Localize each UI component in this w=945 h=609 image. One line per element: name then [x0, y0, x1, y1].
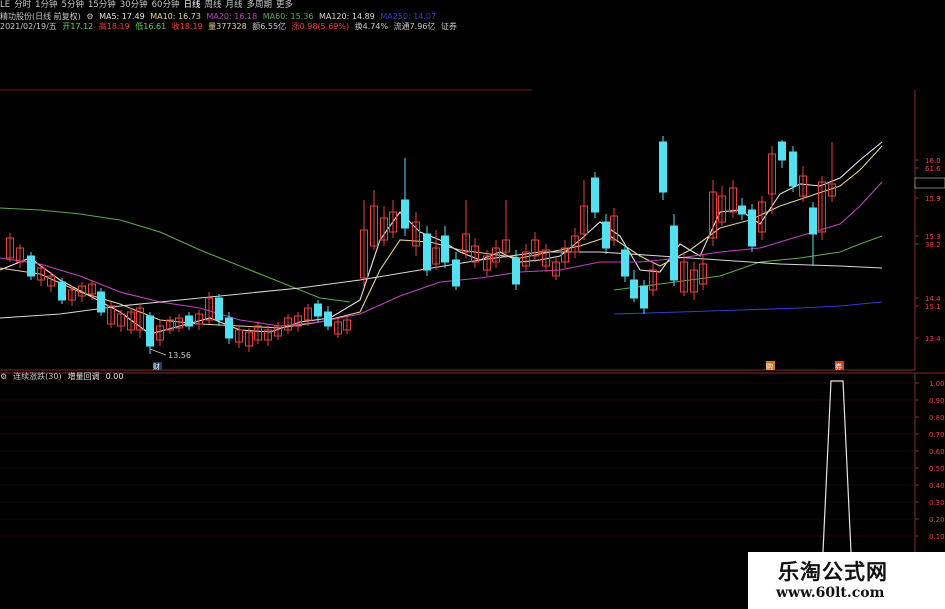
price-tick-label: 15.1 — [925, 303, 941, 311]
candle-body — [602, 221, 610, 249]
price-tick-label: 61.6 — [925, 165, 941, 173]
period-tab-8[interactable]: 周线 — [204, 0, 221, 10]
indicator-tick-label: 0.20 — [929, 516, 945, 524]
indicator-tick-label: 0.30 — [929, 499, 945, 507]
ma5-value: MA5: 17.49 — [99, 12, 145, 21]
candle-body — [185, 315, 193, 327]
indicator-name[interactable]: 连续涨跌(30) — [13, 372, 61, 381]
indicator-tick-label: 0.40 — [929, 482, 945, 490]
candle-body — [670, 225, 678, 281]
ma60-value: MA60: 15.36 — [262, 12, 314, 21]
period-tab-0[interactable]: LE — [0, 0, 10, 10]
quote-info-line: 2021/02/19/五 开17.12 高18.19 低16.61 收18.19… — [0, 21, 460, 32]
price-tick-label: 38.2 — [925, 241, 941, 249]
period-toolbar: LE 分时 1分钟 5分钟 15分钟 30分钟 60分钟 日线 周线 月线 多周期 更多 — [0, 0, 945, 11]
low-price-label: 13.56 — [168, 351, 191, 360]
quote-float-cap: 流通7.96亿 — [393, 22, 436, 31]
candle-body — [591, 177, 599, 213]
indicator-line — [822, 380, 852, 553]
indicator-tick-label: 0.60 — [929, 448, 945, 456]
candle-body — [452, 259, 460, 287]
ma120-value: MA120: 14.89 — [318, 12, 375, 21]
stock-name[interactable]: 精功股份(日线 前复权) — [0, 12, 81, 21]
period-tab-6[interactable]: 60分钟 — [152, 0, 180, 10]
quote-date: 2021/02/19/五 — [0, 22, 57, 31]
indicator-tick-label: 1.00 — [929, 380, 945, 388]
candle-body — [441, 235, 449, 263]
settings-icon[interactable]: ⚙ — [86, 12, 93, 21]
price-tick-label: 14.4 — [925, 295, 941, 303]
candle-body — [789, 151, 797, 187]
period-tab-7[interactable]: 日线 — [183, 0, 200, 10]
ma-line — [613, 301, 883, 315]
candle-body — [423, 233, 431, 271]
indicator-tick-label: 0.90 — [929, 397, 945, 405]
candle-body — [215, 297, 223, 321]
candle-body — [659, 141, 667, 193]
watermark-title: 乐淘公式网 — [778, 560, 888, 584]
period-tab-5[interactable]: 30分钟 — [120, 0, 148, 10]
indicator-gridlines — [0, 382, 915, 537]
indicator-tick-label: 0.70 — [929, 431, 945, 439]
current-price-box — [914, 177, 945, 189]
price-tick-label: 15.3 — [925, 233, 941, 241]
indicator-value: 0.00 — [105, 372, 124, 381]
quote-high: 高18.19 — [98, 22, 130, 31]
candle-body — [748, 209, 756, 247]
indicator-tick-label: 0.50 — [929, 465, 945, 473]
indicator-tick-label: 0.80 — [929, 414, 945, 422]
quote-close: 收18.19 — [171, 22, 203, 31]
candle-body — [314, 303, 322, 317]
watermark-box: 乐淘公式网 www.60lt.com — [748, 552, 945, 609]
indicator-settings-icon[interactable]: ⚙ — [0, 372, 7, 381]
ma250-value: MA250: 14.07 — [380, 12, 437, 21]
indicator-tick-label: 0.10 — [929, 533, 945, 541]
period-tab-11[interactable]: 更多 — [276, 0, 293, 10]
quote-security[interactable]: 证券 — [441, 22, 457, 31]
candle-body — [640, 285, 648, 309]
quote-low: 低16.61 — [135, 22, 167, 31]
candle-body — [621, 249, 629, 277]
period-tab-10[interactable]: 多周期 — [247, 0, 273, 10]
event-badge-label: 券 — [835, 362, 842, 371]
quote-change: 涨0.98(5.69%) — [291, 22, 350, 31]
quote-volume: 量377328 — [208, 22, 247, 31]
quote-amount: 额6.55亿 — [252, 22, 287, 31]
price-tick-label: 13.4 — [925, 335, 941, 343]
event-badge-label: 购 — [766, 362, 773, 371]
candle-body — [58, 281, 66, 301]
indicator-axis: 1.00 0.90 0.80 0.70 0.60 0.50 0.40 0.30 0.20 0.10 — [915, 380, 945, 541]
candle-body — [809, 207, 817, 235]
candle-body — [225, 317, 233, 339]
period-tab-2[interactable]: 1分钟 — [35, 0, 57, 10]
low-marker-line — [149, 348, 167, 356]
candle-body — [401, 199, 409, 229]
watermark-url: www.60lt.com — [776, 585, 885, 601]
kline-chart[interactable]: 16.061.616.0615.915.338.214.415.113.4 1.… — [0, 0, 945, 609]
candle-body — [324, 311, 332, 327]
candle-body — [146, 315, 154, 347]
candle-body — [512, 257, 520, 285]
candle-body — [738, 205, 746, 215]
price-tick-label: 16.0 — [925, 157, 941, 165]
period-tab-3[interactable]: 5分钟 — [62, 0, 84, 10]
candle-body — [778, 141, 786, 161]
quote-turnover: 换4.74% — [354, 22, 389, 31]
indicator-label: 增量回调 — [67, 372, 100, 381]
event-badge-label: 财 — [153, 362, 160, 371]
candlesticks — [6, 136, 836, 354]
candle-body — [27, 255, 35, 277]
price-tick-label: 15.9 — [925, 195, 941, 203]
candle-body — [630, 279, 638, 299]
indicator-header: ⚙ 连续涨跌(30) 增量回调 0.00 — [0, 371, 129, 382]
period-tab-9[interactable]: 月线 — [225, 0, 242, 10]
period-tab-1[interactable]: 分时 — [14, 0, 31, 10]
candle-body — [97, 291, 105, 313]
ma10-value: MA10: 16.73 — [150, 12, 201, 21]
period-tab-4[interactable]: 15分钟 — [88, 0, 116, 10]
quote-open: 开17.12 — [62, 22, 94, 31]
ma20-value: MA20: 16.18 — [206, 12, 258, 21]
